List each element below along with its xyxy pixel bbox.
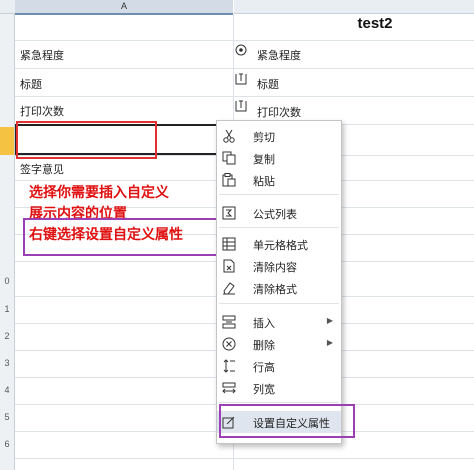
copy-icon [222,151,236,165]
menu-item-paste[interactable]: 粘贴 [217,169,341,191]
menu-item-label: 公式列表 [253,208,297,221]
annotation-text-line3: 右键选择设置自定义属性 [29,227,183,243]
clear-content-icon [223,259,235,273]
menu-item-cell-format[interactable]: 单元格格式 [217,233,341,255]
row-number: 3 [4,358,10,368]
menu-item-label: 剪切 [253,131,275,144]
menu-separator [219,227,339,228]
menu-item-label: 清除内容 [253,261,297,274]
menu-separator [219,303,339,304]
annotation-red-box [16,121,157,159]
row-number: 1 [4,304,10,314]
row-number: 5 [4,412,10,422]
menu-item-label: 单元格格式 [253,239,308,252]
menu-separator [219,402,339,403]
menu-item-label: 复制 [253,153,275,166]
column-header-b[interactable] [234,0,474,14]
menu-item-label: 删除 [253,339,275,352]
submenu-arrow-icon: ▶ [326,338,333,347]
text-field-icon [235,100,247,112]
corner-header[interactable] [0,0,15,14]
row-number: 4 [4,385,10,395]
column-width-icon [222,382,236,394]
gridline [15,68,474,69]
annotation-text-line1: 选择你需要插入自定义 [29,185,169,201]
insert-icon [222,315,236,329]
column-header-a[interactable]: A [15,0,233,15]
menu-item-label: 列宽 [253,383,275,396]
field-title[interactable]: 标题 [257,76,279,92]
menu-item-cut[interactable]: 剪切 [217,125,341,147]
field-urgency[interactable]: 紧急程度 [257,47,301,63]
sheet-title[interactable]: test2 [300,15,450,32]
menu-item-clear-format[interactable]: 清除格式 [217,277,341,299]
menu-item-column-width[interactable]: 列宽 [217,377,341,399]
radio-icon [235,44,247,56]
row-number: 6 [4,439,10,449]
scissors-icon [223,129,235,143]
delete-icon [222,337,236,351]
gridline [15,40,474,41]
cell-label-urgency[interactable]: 紧急程度 [20,47,64,63]
cell-format-icon [222,237,236,251]
field-print-count[interactable]: 打印次数 [257,104,301,120]
menu-separator [219,194,339,195]
cell-label-title[interactable]: 标题 [20,76,42,92]
menu-item-row-height[interactable]: 行高 [217,355,341,377]
cell-label-print-count[interactable]: 打印次数 [20,103,64,119]
menu-item-label: 行高 [253,361,275,374]
menu-item-copy[interactable]: 复制 [217,147,341,169]
gridline [15,458,474,459]
gridline [15,96,474,97]
menu-item-insert[interactable]: 插入 ▶ [217,311,341,333]
menu-item-label: 粘贴 [253,175,275,188]
row-header-strip[interactable] [0,14,15,470]
submenu-arrow-icon: ▶ [326,316,333,325]
selected-row-header[interactable] [0,127,14,155]
row-number: 2 [4,331,10,341]
row-number: 0 [4,276,10,286]
menu-item-delete[interactable]: 删除 ▶ [217,333,341,355]
formula-icon [222,206,236,220]
context-menu: 剪切 复制 粘贴 公式列表 单元格格式 清除内容 清除格式 插入 ▶ 删除 ▶ … [216,120,342,444]
cell-label-sign-opinion[interactable]: 签字意见 [20,161,64,177]
annotation-menu-highlight-box [219,404,355,438]
row-height-icon [223,359,235,373]
menu-item-label: 清除格式 [253,283,297,296]
eraser-icon [223,282,235,295]
text-field-icon [235,73,247,85]
menu-item-formula-list[interactable]: 公式列表 [217,202,341,224]
paste-icon [222,173,236,187]
menu-item-clear-content[interactable]: 清除内容 [217,255,341,277]
menu-item-label: 插入 [253,317,275,330]
